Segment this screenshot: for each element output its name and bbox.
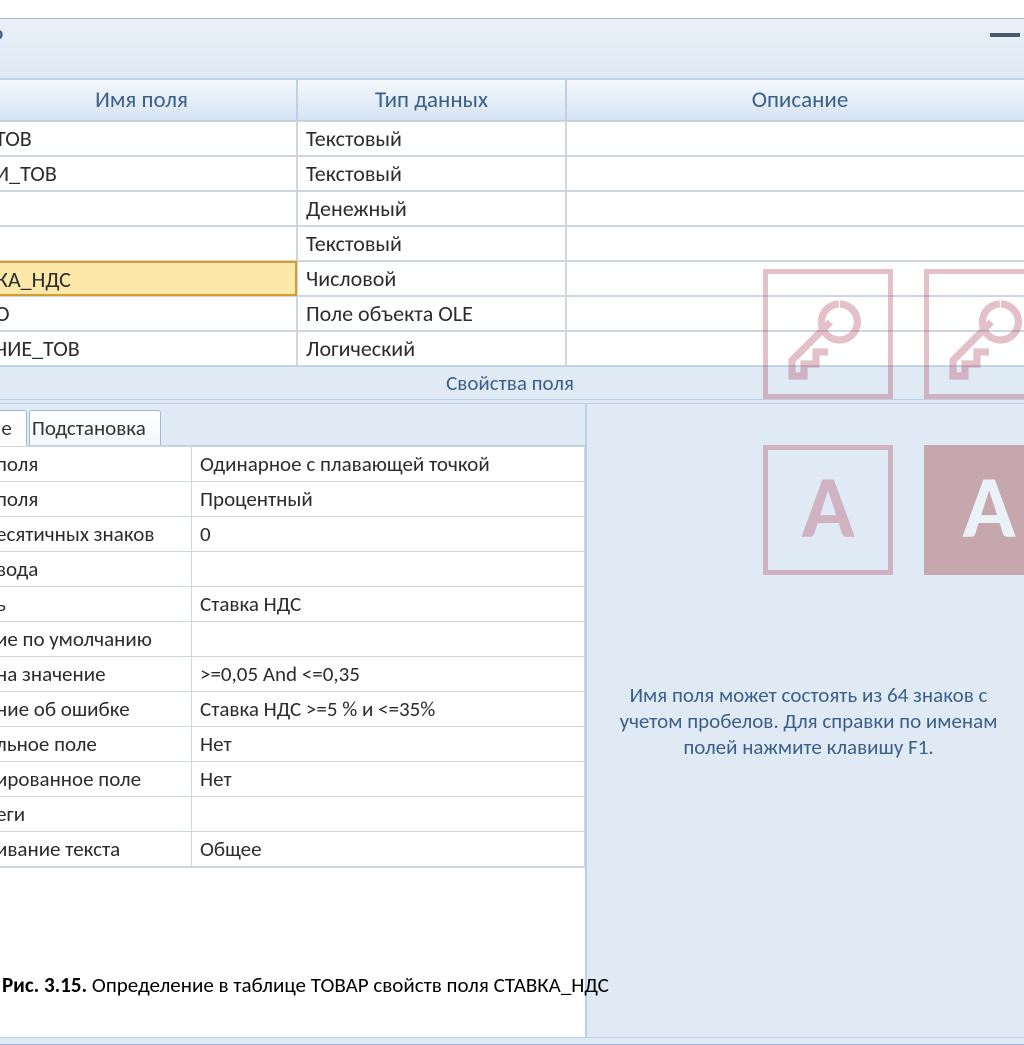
hint-text: Имя поля может состоять из 64 знаков с у… — [599, 682, 1018, 760]
cell-type[interactable]: Логический — [297, 331, 566, 366]
property-name: ние об ошибке — [0, 692, 192, 727]
hint-pane: Имя поля может состоять из 64 знаков с у… — [586, 403, 1024, 1038]
window-title: Р — [0, 21, 3, 53]
table-row[interactable]: И_ТОВТекстовый — [0, 156, 1024, 191]
property-name: льное поле — [0, 727, 192, 762]
tab-lookup[interactable]: Подстановка — [29, 410, 161, 445]
cell-name[interactable]: И_ТОВ — [0, 156, 297, 191]
design-window: Р Имя поля Тип данных Описание ТОВТексто… — [0, 18, 1024, 1045]
property-value[interactable]: Ставка НДС >=5 % и <=35% — [192, 692, 585, 727]
property-name: ивание текста — [0, 832, 192, 867]
property-row[interactable]: еги — [0, 797, 585, 832]
table-row[interactable]: ОПоле объекта OLE — [0, 296, 1024, 331]
properties-table: поляОдинарное с плавающей точкойполяПроц… — [0, 446, 585, 867]
minimize-button[interactable] — [990, 33, 1020, 37]
property-name: еги — [0, 797, 192, 832]
property-name: поля — [0, 447, 192, 482]
property-row[interactable]: ьСтавка НДС — [0, 587, 585, 622]
header-data-type[interactable]: Тип данных — [297, 79, 566, 121]
property-value[interactable]: Нет — [192, 762, 585, 797]
properties-area: ие Подстановка поляОдинарное с плавающей… — [0, 400, 1024, 1044]
property-row[interactable]: на значение>=0,05 And <=0,35 — [0, 657, 585, 692]
header-description[interactable]: Описание — [566, 79, 1024, 121]
property-value[interactable] — [192, 622, 585, 657]
property-row[interactable]: ние об ошибкеСтавка НДС >=5 % и <=35% — [0, 692, 585, 727]
property-value[interactable] — [192, 552, 585, 587]
property-row[interactable]: поляПроцентный — [0, 482, 585, 517]
property-name: ированное поле — [0, 762, 192, 797]
cell-desc[interactable] — [566, 121, 1024, 156]
cell-desc[interactable] — [566, 156, 1024, 191]
property-value[interactable]: Одинарное с плавающей точкой — [192, 447, 585, 482]
cell-name[interactable]: ЧИЕ_ТОВ — [0, 331, 297, 366]
property-name: поля — [0, 482, 192, 517]
cell-desc[interactable] — [566, 261, 1024, 296]
property-row[interactable]: вода — [0, 552, 585, 587]
property-row[interactable]: ивание текстаОбщее — [0, 832, 585, 867]
cell-type[interactable]: Поле объекта OLE — [297, 296, 566, 331]
property-name: есятичных знаков — [0, 517, 192, 552]
cell-desc[interactable] — [566, 191, 1024, 226]
cell-name[interactable] — [0, 191, 297, 226]
property-row[interactable]: есятичных знаков0 — [0, 517, 585, 552]
cell-type[interactable]: Текстовый — [297, 121, 566, 156]
grid-body: ТОВТекстовыйИ_ТОВТекстовыйДенежныйТексто… — [0, 121, 1024, 366]
figure-number: Рис. 3.15. — [2, 972, 87, 998]
property-value[interactable]: Общее — [192, 832, 585, 867]
property-value[interactable]: >=0,05 And <=0,35 — [192, 657, 585, 692]
cell-desc[interactable] — [566, 226, 1024, 261]
cell-name[interactable] — [0, 226, 297, 261]
property-row[interactable]: льное полеНет — [0, 727, 585, 762]
cell-desc[interactable] — [566, 331, 1024, 366]
tabs: ие Подстановка — [0, 404, 585, 446]
property-name: на значение — [0, 657, 192, 692]
property-row[interactable]: ированное полеНет — [0, 762, 585, 797]
property-value[interactable]: Нет — [192, 727, 585, 762]
property-value[interactable]: 0 — [192, 517, 585, 552]
property-name: вода — [0, 552, 192, 587]
cell-type[interactable]: Денежный — [297, 191, 566, 226]
table-row[interactable]: КА_НДСЧисловой — [0, 261, 1024, 296]
table-row[interactable]: Текстовый — [0, 226, 1024, 261]
figure-caption: Рис. 3.15. Определение в таблице ТОВАР с… — [0, 968, 1024, 999]
grid-header-row: Имя поля Тип данных Описание — [0, 79, 1024, 121]
table-row[interactable]: ТОВТекстовый — [0, 121, 1024, 156]
table-row[interactable]: ЧИЕ_ТОВЛогический — [0, 331, 1024, 366]
properties-pane: ие Подстановка поляОдинарное с плавающей… — [0, 403, 586, 1038]
property-row[interactable]: ие по умолчанию — [0, 622, 585, 657]
property-row[interactable]: поляОдинарное с плавающей точкой — [0, 447, 585, 482]
cell-desc[interactable] — [566, 296, 1024, 331]
titlebar: Р — [0, 19, 1024, 79]
property-value[interactable] — [192, 797, 585, 832]
field-properties-separator: Свойства поля — [0, 366, 1024, 400]
property-value[interactable]: Ставка НДС — [192, 587, 585, 622]
cell-type[interactable]: Текстовый — [297, 226, 566, 261]
property-value[interactable]: Процентный — [192, 482, 585, 517]
cell-name[interactable]: ТОВ — [0, 121, 297, 156]
property-name: ь — [0, 587, 192, 622]
tab-general[interactable]: ие — [0, 410, 27, 446]
figure-text: Определение в таблице ТОВАР свойств поля… — [87, 972, 609, 998]
cell-type[interactable]: Текстовый — [297, 156, 566, 191]
cell-name[interactable]: О — [0, 296, 297, 331]
cell-name[interactable]: КА_НДС — [0, 261, 297, 296]
property-name: ие по умолчанию — [0, 622, 192, 657]
header-field-name[interactable]: Имя поля — [0, 79, 297, 121]
table-row[interactable]: Денежный — [0, 191, 1024, 226]
cell-type[interactable]: Числовой — [297, 261, 566, 296]
